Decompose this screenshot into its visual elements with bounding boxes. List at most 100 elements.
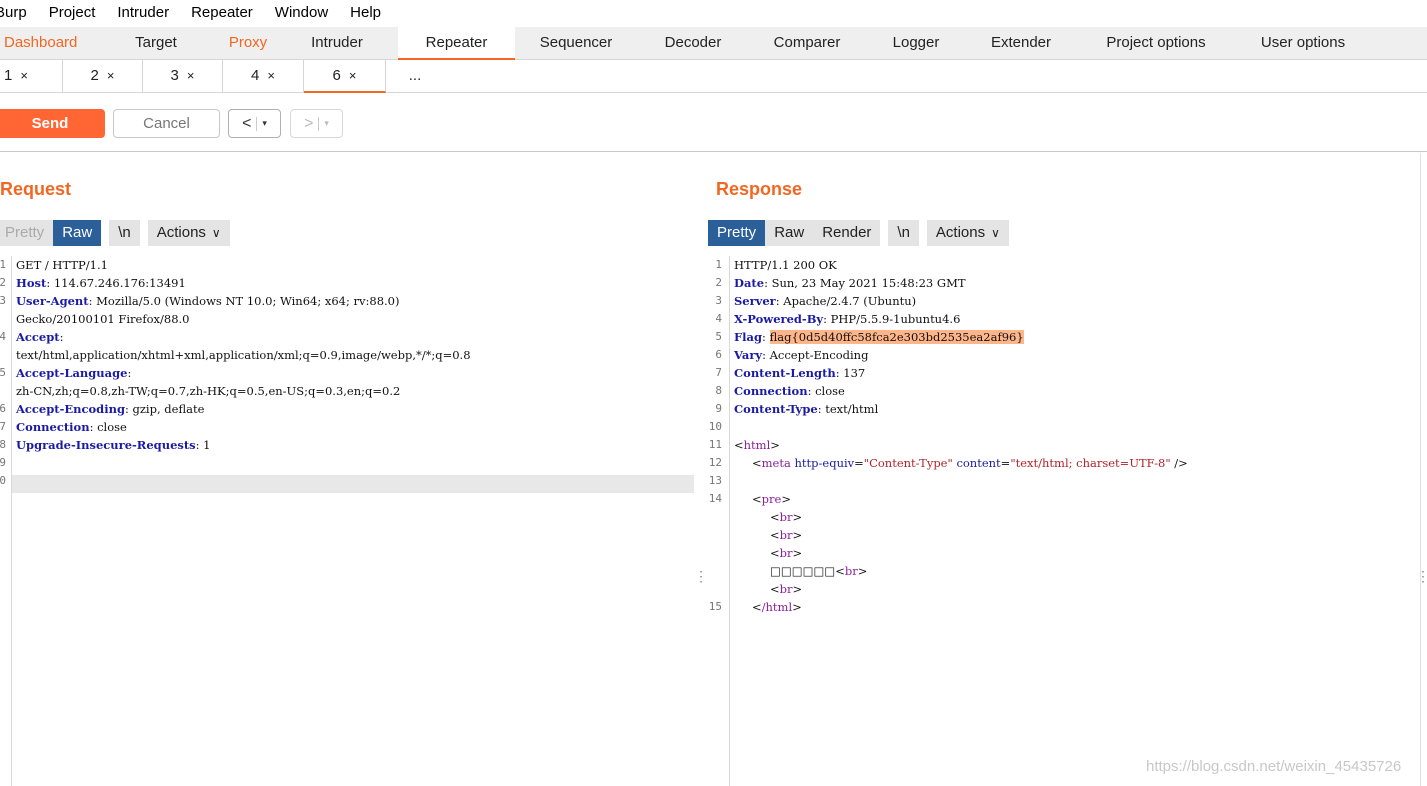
line-number: 11 (708, 438, 722, 451)
line-number: 1 (715, 258, 722, 271)
close-icon[interactable]: × (107, 68, 115, 83)
repeater-tab-4[interactable]: 4 × (223, 60, 304, 93)
history-forward-button[interactable]: > ▾ (290, 109, 343, 138)
response-pretty-tab[interactable]: Pretty (708, 220, 766, 246)
br-line: <br> (770, 580, 802, 598)
header-value: : PHP/5.5.9-1ubuntu4.6 (823, 312, 961, 326)
tab-sequencer[interactable]: Sequencer (515, 27, 637, 60)
response-render-tab[interactable]: Render (813, 220, 881, 246)
response-header-line: Flag: flag{0d5d40ffc58fca2e303bd2535ea2a… (734, 328, 1024, 346)
response-header-line: Server: Apache/2.4.7 (Ubuntu) (734, 292, 916, 310)
new-tab-button[interactable]: ... (386, 60, 444, 93)
response-actions-menu[interactable]: Actions ∨ (926, 220, 1009, 246)
tab-dashboard[interactable]: Dashboard (0, 27, 92, 60)
status-line: HTTP/1.1 200 OK (734, 258, 837, 272)
tab-intruder[interactable]: Intruder (276, 27, 398, 60)
close-icon[interactable]: × (349, 68, 357, 83)
tab-decoder[interactable]: Decoder (637, 27, 749, 60)
header-name: Accept-Encoding (16, 402, 125, 416)
tab-repeater[interactable]: Repeater (398, 27, 515, 60)
menu-project[interactable]: Project (38, 1, 107, 25)
close-icon[interactable]: × (20, 68, 28, 83)
text: □□□□□□ (770, 564, 836, 578)
menu-repeater[interactable]: Repeater (180, 1, 264, 25)
header-value: zh-CN,zh;q=0.8,zh-TW;q=0.7,zh-HK;q=0.5,e… (16, 384, 401, 398)
response-raw-tab[interactable]: Raw (765, 220, 814, 246)
meta-line: <meta http-equiv="Content-Type" content=… (752, 454, 1188, 472)
response-newline-toggle[interactable]: \n (888, 220, 919, 246)
request-line: Connection: close (16, 418, 127, 436)
repeater-tab-label: 3 (170, 67, 179, 84)
request-pretty-tab[interactable]: Pretty (0, 220, 54, 246)
header-value: : Accept-Encoding (762, 348, 869, 362)
repeater-tab-3[interactable]: 3 × (143, 60, 223, 93)
line-number: 8 (0, 438, 6, 451)
repeater-tab-label: 1 (4, 67, 13, 84)
header-name: Upgrade-Insecure-Requests (16, 438, 196, 452)
header-value: : 1 (195, 438, 211, 452)
menu-help[interactable]: Help (339, 1, 392, 25)
bracket: < (770, 528, 780, 542)
cancel-button[interactable]: Cancel (113, 109, 220, 138)
send-button[interactable]: Send (0, 109, 105, 138)
repeater-toolbar: Send Cancel < ▾ > ▾ (0, 94, 1427, 152)
tab-comparer[interactable]: Comparer (749, 27, 865, 60)
request-view-bar: Pretty Raw \n Actions ∨ (0, 220, 230, 246)
actions-label: Actions (156, 224, 206, 241)
tab-user-options[interactable]: User options (1237, 27, 1369, 60)
tab-proxy[interactable]: Proxy (220, 27, 276, 60)
request-newline-toggle[interactable]: \n (109, 220, 140, 246)
header-name: Content-Length (734, 366, 836, 380)
repeater-tab-1[interactable]: 1 × (0, 60, 63, 93)
tab-extender[interactable]: Extender (967, 27, 1075, 60)
request-line: Accept-Encoding: gzip, deflate (16, 400, 204, 418)
request-actions-menu[interactable]: Actions ∨ (147, 220, 230, 246)
divider (256, 116, 258, 131)
bracket: > (792, 528, 803, 542)
header-value: : (127, 366, 132, 380)
bracket: > (770, 438, 780, 452)
response-editor[interactable]: 1 2 3 4 5 6 7 8 9 10 11 12 13 14 15 HTTP/1.1 200 OK Date… (706, 256, 1427, 786)
tab-target[interactable]: Target (92, 27, 220, 60)
dropdown-icon[interactable]: ▾ (324, 118, 329, 129)
history-back-button[interactable]: < ▾ (228, 109, 281, 138)
bracket: < (770, 582, 780, 596)
header-value: Gecko/20100101 Firefox/88.0 (16, 312, 190, 326)
drag-handle-icon[interactable]: ⋮ (1416, 569, 1427, 583)
header-name: X-Powered-By (734, 312, 824, 326)
br-line: <br> (770, 544, 802, 562)
menu-window[interactable]: Window (264, 1, 339, 25)
tag-name: br (779, 546, 793, 560)
bracket: < (752, 600, 762, 614)
header-value: : text/html (817, 402, 879, 416)
header-name: Connection (734, 384, 808, 398)
line-number: 7 (0, 420, 6, 433)
repeater-tab-2[interactable]: 2 × (63, 60, 143, 93)
menu-burp[interactable]: Burp (0, 1, 38, 25)
dropdown-icon[interactable]: ▾ (262, 118, 267, 129)
line-number: 2 (715, 276, 722, 289)
line-number: 3 (0, 294, 6, 307)
request-editor[interactable]: 1 2 3 4 5 6 7 8 9 0 GET / HTTP/1.1 Host: 114.67.246… (0, 256, 694, 786)
scrollbar[interactable]: ⋮ (1416, 153, 1427, 786)
tag-name: html (743, 438, 771, 452)
attr-value: "text/html; charset=UTF-8" (1010, 456, 1171, 470)
header-name: Connection (16, 420, 90, 434)
header-value: : close (89, 420, 127, 434)
html-close-line: </html> (752, 598, 802, 616)
menu-intruder[interactable]: Intruder (106, 1, 180, 25)
bracket: < (835, 564, 845, 578)
header-name: Accept-Language (16, 366, 128, 380)
close-icon[interactable]: × (187, 68, 195, 83)
pre-open-line: <pre> (752, 490, 791, 508)
line-number: 12 (708, 456, 722, 469)
flag-value: flag{0d5d40ffc58fca2e303bd2535ea2af96} (769, 330, 1024, 344)
tab-project-options[interactable]: Project options (1075, 27, 1237, 60)
repeater-tab-6[interactable]: 6 × (304, 60, 386, 93)
close-icon[interactable]: × (267, 68, 275, 83)
tab-logger[interactable]: Logger (865, 27, 967, 60)
bracket: > (857, 564, 868, 578)
chevron-down-icon: ∨ (211, 226, 221, 240)
header-value: : 114.67.246.176:13491 (46, 276, 186, 290)
request-raw-tab[interactable]: Raw (53, 220, 102, 246)
